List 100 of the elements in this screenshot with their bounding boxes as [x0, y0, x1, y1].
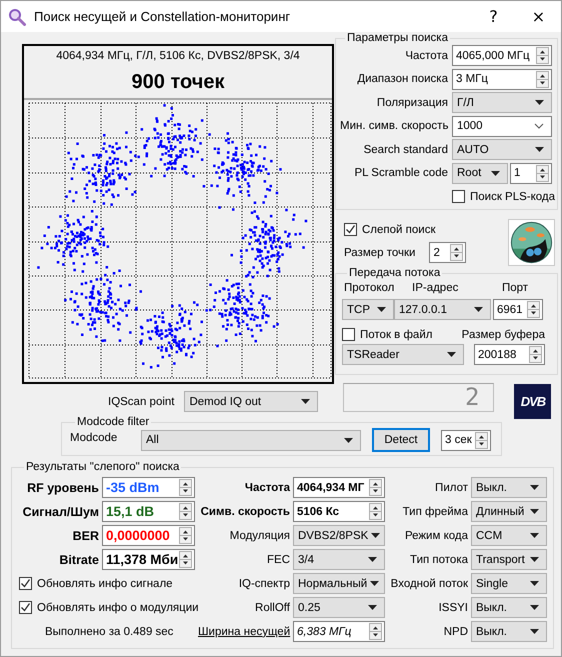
spin-arrows-icon[interactable] — [475, 432, 488, 448]
caret-icon[interactable] — [474, 307, 483, 312]
status-text: Выполнено за 0.489 sec — [44, 626, 174, 638]
field-label: Мин. симв. скорость — [340, 120, 448, 132]
caret-icon[interactable] — [371, 533, 380, 538]
spin-arrows-icon[interactable] — [179, 503, 192, 520]
caret-icon[interactable] — [530, 533, 539, 538]
spin-box[interactable]: 200188 — [474, 344, 545, 365]
checkbox[interactable] — [19, 601, 32, 614]
dropdown[interactable]: 0.25 — [293, 597, 385, 618]
close-button[interactable]: × — [516, 1, 561, 32]
spin-arrows-icon[interactable] — [179, 479, 192, 496]
column-header: Порт — [502, 282, 528, 294]
dropdown[interactable]: TCP — [342, 299, 394, 320]
caret-icon[interactable] — [370, 581, 380, 586]
caret-icon[interactable] — [530, 629, 539, 634]
spin-box[interactable]: 5106 Кс — [293, 501, 385, 522]
dropdown[interactable]: All — [141, 430, 361, 450]
dropdown[interactable]: TSReader — [342, 344, 464, 365]
detect-button[interactable]: Detect — [372, 428, 430, 452]
group-title: Modcode filter — [76, 416, 150, 428]
caret-icon[interactable] — [491, 170, 500, 176]
checkbox[interactable] — [342, 328, 355, 341]
dropdown[interactable]: DVBS2/8PSK — [293, 525, 385, 546]
spin-arrows-icon[interactable] — [179, 527, 192, 544]
spin-arrows-icon[interactable] — [369, 479, 382, 496]
checkbox[interactable] — [344, 223, 357, 236]
dropdown[interactable]: Длинный — [471, 501, 547, 522]
spin-box[interactable]: 4064,934 МГ — [293, 477, 385, 498]
field-label: Симв. скорость — [200, 506, 290, 518]
spin-box[interactable]: 2 — [429, 242, 466, 263]
spin-box[interactable]: 15,1 dB — [102, 501, 195, 522]
dropdown[interactable]: Demod IQ out — [184, 391, 318, 412]
window-title: Поиск несущей и Constellation-мониторинг — [34, 9, 292, 24]
caret-icon[interactable] — [377, 307, 386, 312]
spin-box[interactable]: 1 — [510, 162, 552, 184]
group-title: Передача потока — [348, 267, 442, 279]
dropdown[interactable]: Root — [452, 162, 508, 184]
checkbox-label[interactable]: Обновлять инфо сигнале — [37, 578, 173, 590]
caret-icon[interactable] — [301, 399, 310, 404]
caret-icon[interactable] — [530, 485, 539, 490]
spin-arrows-icon[interactable] — [536, 70, 549, 88]
caret-icon[interactable] — [368, 605, 377, 610]
chevron-icon[interactable] — [534, 123, 544, 129]
dropdown[interactable]: Г/Л — [452, 92, 552, 113]
checkbox-label[interactable]: Обновлять инфо о модуляции — [37, 602, 199, 614]
dropdown[interactable]: 127.0.0.1 — [394, 299, 491, 320]
checkbox[interactable] — [452, 190, 465, 203]
dropdown[interactable]: AUTO — [452, 139, 552, 160]
spin-box[interactable]: 3 сек — [441, 430, 491, 450]
field-label: PL Scramble code — [353, 167, 448, 179]
dropdown[interactable]: CCM — [471, 525, 547, 546]
spin-arrows-icon[interactable] — [527, 301, 540, 318]
signal-info: 4064,934 МГц, Г/Л, 5106 Кс, DVBS2/8PSK, 3/4 — [55, 49, 301, 64]
caret-icon[interactable] — [447, 352, 456, 357]
spin-box[interactable]: 0,0000000 — [102, 525, 195, 546]
checkbox-label[interactable]: Слепой поиск — [362, 224, 436, 236]
spin-arrows-icon[interactable] — [536, 164, 549, 182]
dropdown[interactable]: Single — [471, 573, 547, 594]
dropdown[interactable]: Нормальный — [293, 573, 385, 594]
field-label: Поляризация — [376, 96, 448, 108]
caret-icon[interactable] — [535, 100, 544, 105]
field-label: Пилот — [434, 482, 468, 494]
spin-box[interactable]: 6961 — [493, 299, 543, 320]
checkbox[interactable] — [19, 577, 32, 590]
caret-icon[interactable] — [530, 509, 539, 514]
dropdown[interactable]: 3/4 — [293, 549, 385, 570]
caret-icon[interactable] — [368, 557, 377, 562]
checkbox-label[interactable]: Поиск PLS-кода — [470, 190, 556, 202]
caret-icon[interactable] — [530, 605, 539, 610]
field-label: IQScan point — [108, 396, 174, 408]
spin-box[interactable]: -35 dBm — [102, 477, 195, 498]
spin-arrows-icon[interactable] — [179, 551, 192, 568]
dropdown[interactable]: 1000 — [452, 116, 552, 136]
caret-icon[interactable] — [530, 581, 539, 586]
field-label: Размер точки — [344, 246, 416, 258]
dropdown[interactable]: Transport — [471, 549, 547, 570]
dropdown[interactable]: Выкл. — [471, 621, 547, 642]
field-label: Диапазон поиска — [356, 73, 448, 85]
dropdown[interactable]: Выкл. — [471, 597, 547, 618]
spin-arrows-icon[interactable] — [536, 47, 549, 64]
spin-box[interactable]: 11,378 Мби — [102, 549, 195, 570]
spin-arrows-icon[interactable] — [369, 623, 382, 640]
help-button[interactable]: ? — [471, 1, 516, 32]
dropdown[interactable]: Выкл. — [471, 477, 547, 498]
caret-icon[interactable] — [535, 147, 544, 152]
column-header: Протокол — [343, 282, 396, 294]
point-count: 900 точек — [130, 70, 226, 95]
spin-arrows-icon[interactable] — [450, 244, 464, 261]
spin-box[interactable]: 3 МГц — [452, 68, 552, 90]
checkbox-label[interactable]: Поток в файл — [360, 328, 432, 340]
caret-icon[interactable] — [344, 438, 353, 442]
spin-box[interactable]: 6,383 МГц — [293, 621, 385, 642]
field-label: ISSYI — [438, 602, 468, 614]
spin-arrows-icon[interactable] — [529, 346, 542, 363]
spin-arrows-icon[interactable] — [369, 503, 382, 520]
caret-icon[interactable] — [530, 557, 539, 562]
magnifier-icon — [8, 8, 26, 26]
link[interactable]: Ширина несущей — [198, 626, 290, 638]
spin-box[interactable]: 4065,000 МГц — [452, 45, 552, 66]
